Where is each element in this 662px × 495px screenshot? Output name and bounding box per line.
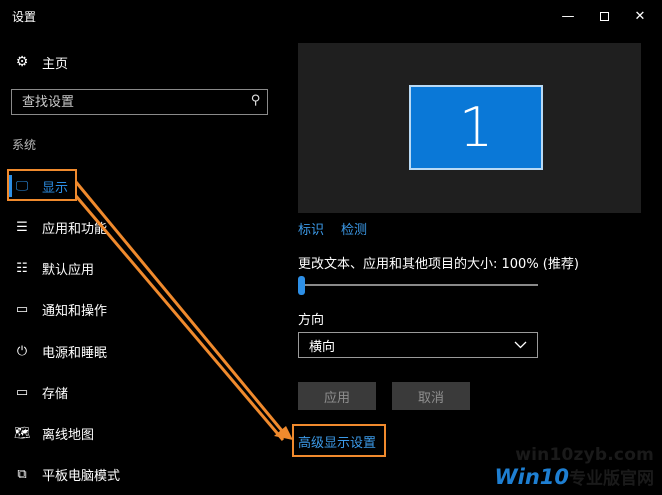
message-icon: ▭ bbox=[15, 301, 29, 317]
maximize-icon bbox=[599, 11, 609, 21]
scale-slider-thumb[interactable] bbox=[298, 276, 305, 295]
sidebar-item-notifications[interactable]: ▭ 通知和操作 bbox=[0, 292, 280, 326]
scale-label: 更改文本、应用和其他项目的大小: 100% (推荐) bbox=[298, 257, 579, 272]
close-button[interactable]: ✕ bbox=[622, 0, 658, 32]
orientation-dropdown[interactable]: 横向 bbox=[298, 332, 538, 358]
watermark-brand-text: 专业版官网 bbox=[569, 469, 654, 489]
sidebar-item-label: 存储 bbox=[42, 386, 69, 402]
storage-icon: ▭ bbox=[15, 384, 29, 400]
map-icon: 🗺 bbox=[14, 425, 31, 441]
power-icon: ⏻ bbox=[16, 343, 28, 359]
sidebar-item-label: 电源和睡眠 bbox=[42, 345, 108, 361]
sidebar-item-offline-maps[interactable]: 🗺 离线地图 bbox=[0, 416, 280, 450]
maximize-button[interactable] bbox=[586, 0, 622, 32]
orientation-value: 横向 bbox=[309, 339, 336, 355]
sidebar-item-label: 平板电脑模式 bbox=[42, 468, 121, 484]
minimize-button[interactable]: — bbox=[550, 0, 586, 32]
monitor-tile[interactable]: 1 bbox=[409, 85, 543, 170]
identify-link[interactable]: 标识 bbox=[298, 219, 324, 238]
sidebar-item-label: 默认应用 bbox=[42, 262, 95, 278]
sidebar-item-default-apps[interactable]: ☷ 默认应用 bbox=[0, 251, 280, 285]
window-title: 设置 bbox=[12, 10, 37, 24]
watermark-url: win10zyb.com bbox=[515, 445, 654, 465]
close-icon: ✕ bbox=[634, 8, 646, 24]
gear-icon: ⚙ bbox=[15, 54, 29, 70]
sidebar-item-label: 通知和操作 bbox=[42, 303, 108, 319]
watermark-brand-name: Win10 bbox=[494, 465, 569, 489]
sidebar-item-tablet-mode[interactable]: ⧉ 平板电脑模式 bbox=[0, 457, 280, 491]
apps-list-icon: ☰ bbox=[16, 219, 28, 235]
cancel-button[interactable]: 取消 bbox=[392, 382, 470, 410]
sidebar-item-label: 应用和功能 bbox=[42, 221, 108, 237]
detect-link[interactable]: 检测 bbox=[341, 219, 367, 238]
watermark-brand: Win10专业版官网 bbox=[494, 464, 654, 489]
tablet-icon: ⧉ bbox=[17, 466, 27, 482]
orientation-label: 方向 bbox=[298, 313, 325, 328]
minimize-icon: — bbox=[561, 8, 575, 24]
chevron-down-icon bbox=[514, 341, 527, 349]
section-label: 系统 bbox=[12, 138, 37, 152]
highlight-box-display bbox=[7, 169, 77, 201]
scale-slider-track[interactable] bbox=[298, 284, 538, 286]
apply-button[interactable]: 应用 bbox=[298, 382, 376, 410]
search-icon: ⚲ bbox=[251, 93, 261, 108]
settings-window: 设置 — ✕ ⚙ 主页 ⚲ 系统 🖵 显示 ☰ 应用和功能 ☷ 默认应用 ▭ 通… bbox=[0, 0, 662, 495]
default-apps-icon: ☷ bbox=[16, 260, 28, 276]
search-input[interactable] bbox=[12, 93, 239, 111]
sidebar-item-apps-features[interactable]: ☰ 应用和功能 bbox=[0, 210, 280, 244]
sidebar-item-power-sleep[interactable]: ⏻ 电源和睡眠 bbox=[0, 334, 280, 368]
home-nav[interactable]: ⚙ 主页 bbox=[14, 52, 68, 72]
home-label: 主页 bbox=[42, 56, 69, 72]
sidebar-item-storage[interactable]: ▭ 存储 bbox=[0, 375, 280, 409]
sidebar-item-label: 离线地图 bbox=[42, 427, 95, 443]
search-box[interactable]: ⚲ bbox=[11, 89, 268, 115]
highlight-box-advanced bbox=[292, 424, 386, 457]
